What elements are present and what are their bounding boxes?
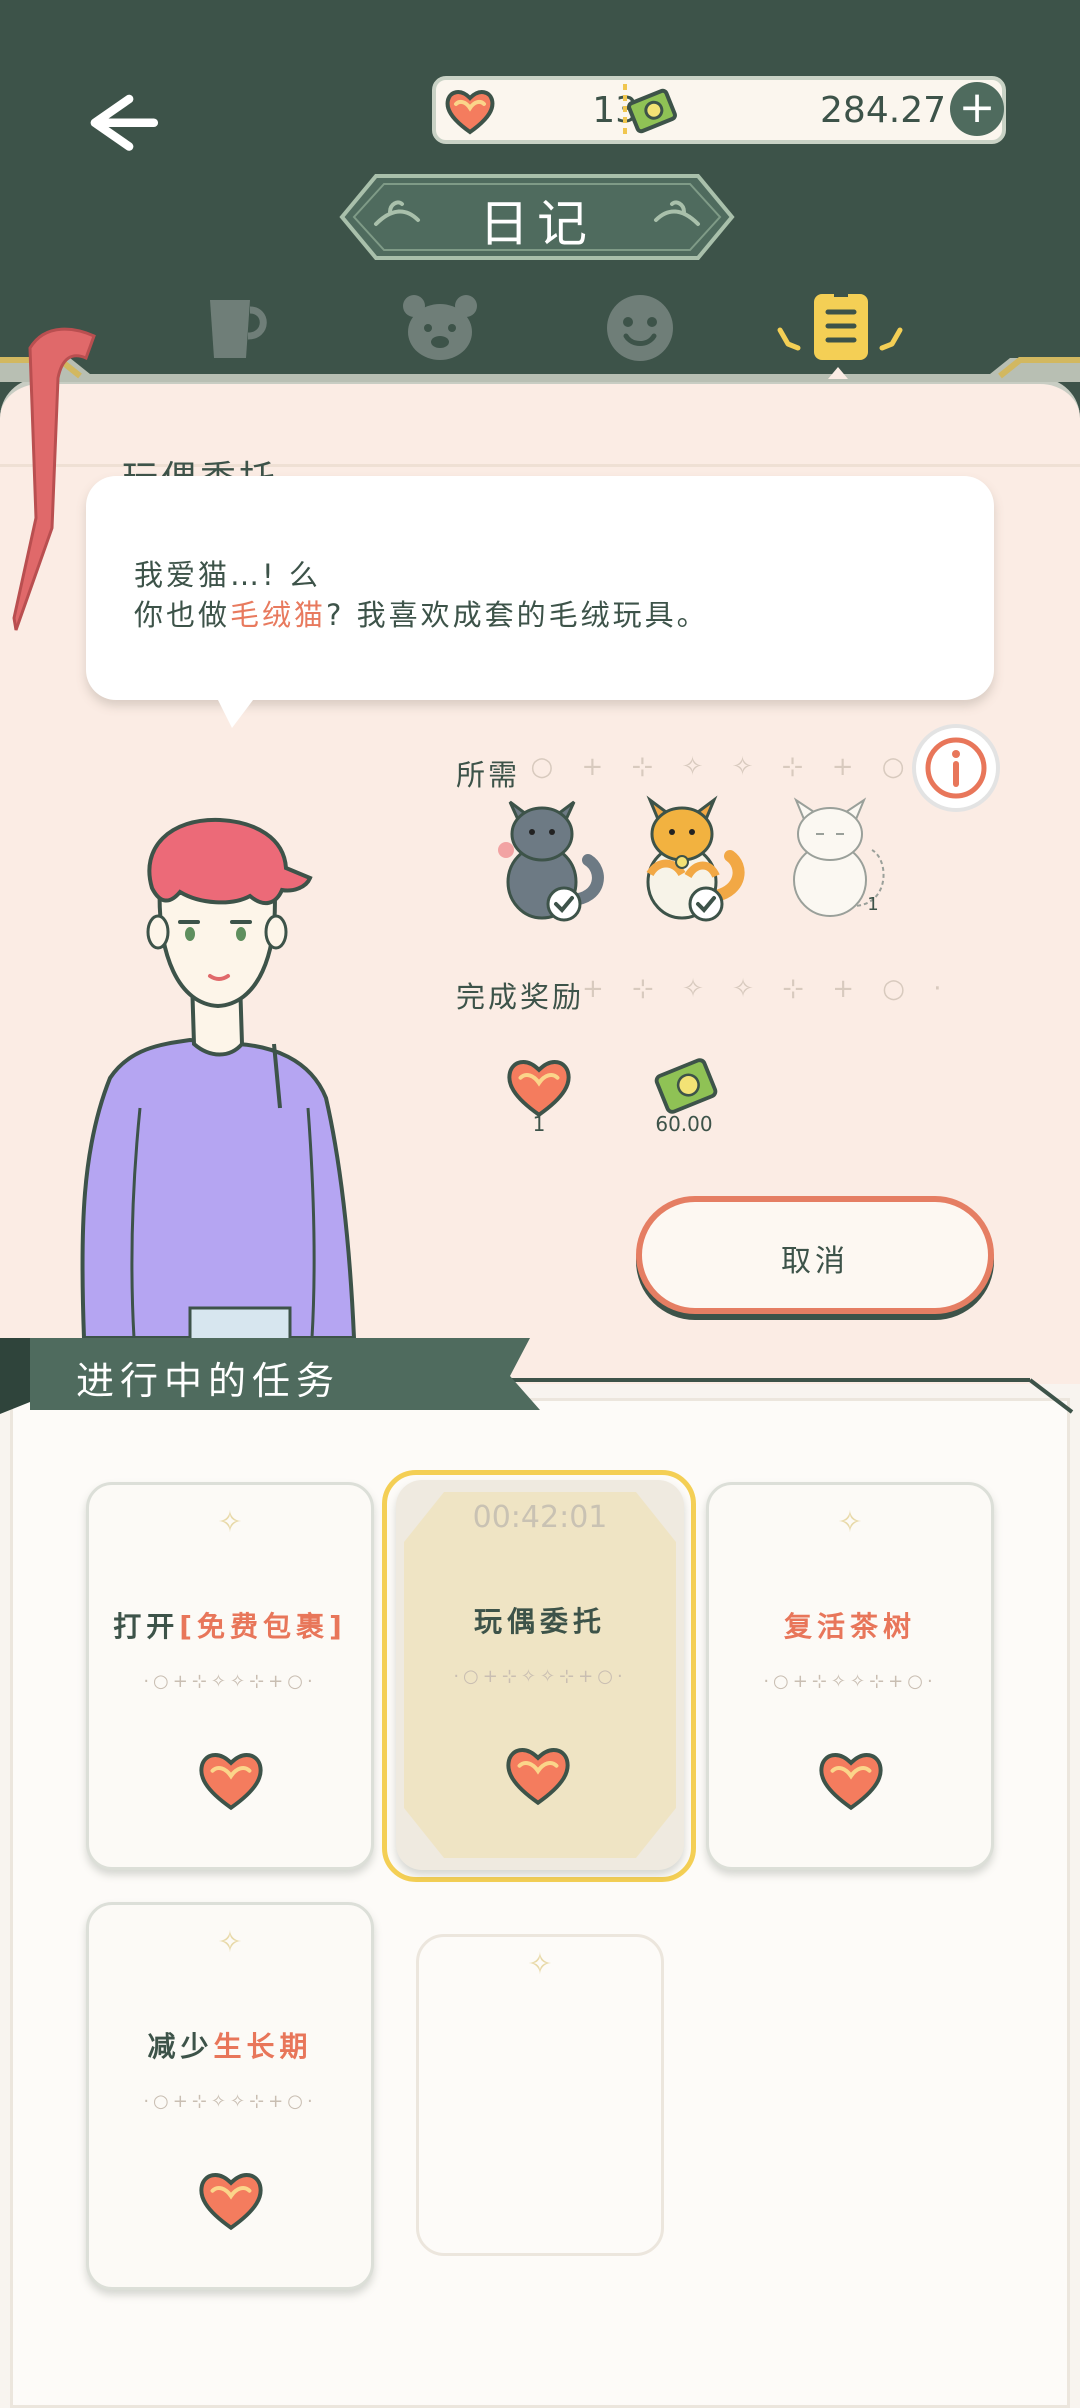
- sparkle-icon: ✧: [527, 1947, 553, 1982]
- task-title: 打开[免费包裹]: [89, 1605, 371, 1645]
- reward-heart-icon: [504, 1054, 574, 1120]
- card-decoration: ·○+⊹✧✧⊹+○·: [143, 1671, 317, 1692]
- cancel-button[interactable]: 取消: [636, 1196, 994, 1314]
- task-card-revive-tea-tree[interactable]: ✧ 复活茶树 ·○+⊹✧✧⊹+○·: [706, 1482, 994, 1870]
- reward-cash-icon: [650, 1054, 722, 1118]
- task-card-open-package[interactable]: ✧ 打开[免费包裹] ·○+⊹✧✧⊹+○·: [86, 1482, 374, 1870]
- task-title: 复活茶树: [709, 1605, 991, 1645]
- task-title-highlight: 生长期: [213, 2030, 313, 2063]
- heart-icon: [816, 1747, 886, 1813]
- task-timer: 00:42:01: [472, 1500, 608, 1535]
- dialog-line-2: 你也做毛绒猫? 我喜欢成套的毛绒玩具。: [134, 592, 709, 634]
- add-currency-button[interactable]: +: [950, 82, 1004, 136]
- hearts-count: 13: [592, 90, 638, 131]
- card-decoration: ·○+⊹✧✧⊹+○·: [453, 1666, 627, 1687]
- bubble-tail: [216, 696, 256, 730]
- task-card-reduce-growth[interactable]: ✧ 减少生长期 ·○+⊹✧✧⊹+○·: [86, 1902, 374, 2290]
- dialog-line-1: 我爱猫…! 么: [134, 558, 321, 592]
- reward-label: 完成奖励: [456, 980, 585, 1014]
- heart-icon: [444, 86, 496, 136]
- task-title: 玩偶委托: [473, 1605, 606, 1638]
- heart-icon: [503, 1742, 573, 1808]
- check-icon: [546, 886, 582, 922]
- sparkle-icon: ✧: [217, 1505, 243, 1540]
- task-title-text: 打开: [113, 1610, 180, 1643]
- empty-task-slot[interactable]: ✧: [416, 1934, 664, 2256]
- panel-top-frame: [0, 352, 1080, 382]
- heart-icon: [196, 1747, 266, 1813]
- back-arrow-icon[interactable]: [80, 80, 170, 170]
- cash-icon: [624, 86, 680, 136]
- task-title-highlight: 复活茶树: [783, 1610, 916, 1643]
- check-icon: [688, 886, 724, 922]
- reward-cash-amount: 60.00: [655, 1112, 713, 1136]
- cash-amount: 284.27: [820, 90, 946, 131]
- info-button[interactable]: [910, 722, 1002, 814]
- customer-character: [70, 808, 370, 1350]
- task-title-highlight: [免费包裹]: [179, 1610, 347, 1643]
- dialog-text: ? 我喜欢成套的毛绒玩具。: [326, 598, 709, 632]
- task-title: 减少生长期: [89, 2025, 371, 2065]
- dialog-bubble: 我爱猫…! 么 你也做毛绒猫? 我喜欢成套的毛绒玩具。: [86, 476, 994, 700]
- dialog-text: 你也做: [134, 598, 231, 632]
- task-title-text: 减少: [147, 2030, 214, 2063]
- currency-bar: 13 284.27 +: [432, 76, 1006, 144]
- page-title: 日记: [479, 195, 595, 253]
- sparkle-icon: ✧: [837, 1505, 863, 1540]
- card-decoration: ·○+⊹✧✧⊹+○·: [763, 1671, 937, 1692]
- tasks-banner-title: 进行中的任务: [76, 1359, 341, 1403]
- reward-decoration: + ⊹ ✧ ✧ ⊹ + ○ ·: [582, 974, 952, 1004]
- active-tab-indicator: [828, 364, 848, 379]
- cancel-label: 取消: [781, 1244, 849, 1279]
- white-cat-count: 1: [867, 894, 879, 915]
- reward-heart-amount: 1: [532, 1112, 546, 1136]
- task-card-doll-commission[interactable]: 00:42:01 玩偶委托 ·○+⊹✧✧⊹+○·: [396, 1480, 684, 1870]
- sparkle-icon: ✧: [217, 1925, 243, 1960]
- dialog-highlight: 毛绒猫: [230, 598, 327, 632]
- card-decoration: ·○+⊹✧✧⊹+○·: [143, 2091, 317, 2112]
- heart-icon: [196, 2167, 266, 2233]
- required-decoration: · ○ + ⊹ ✧ ✧ ⊹ + ○ ·: [494, 752, 951, 782]
